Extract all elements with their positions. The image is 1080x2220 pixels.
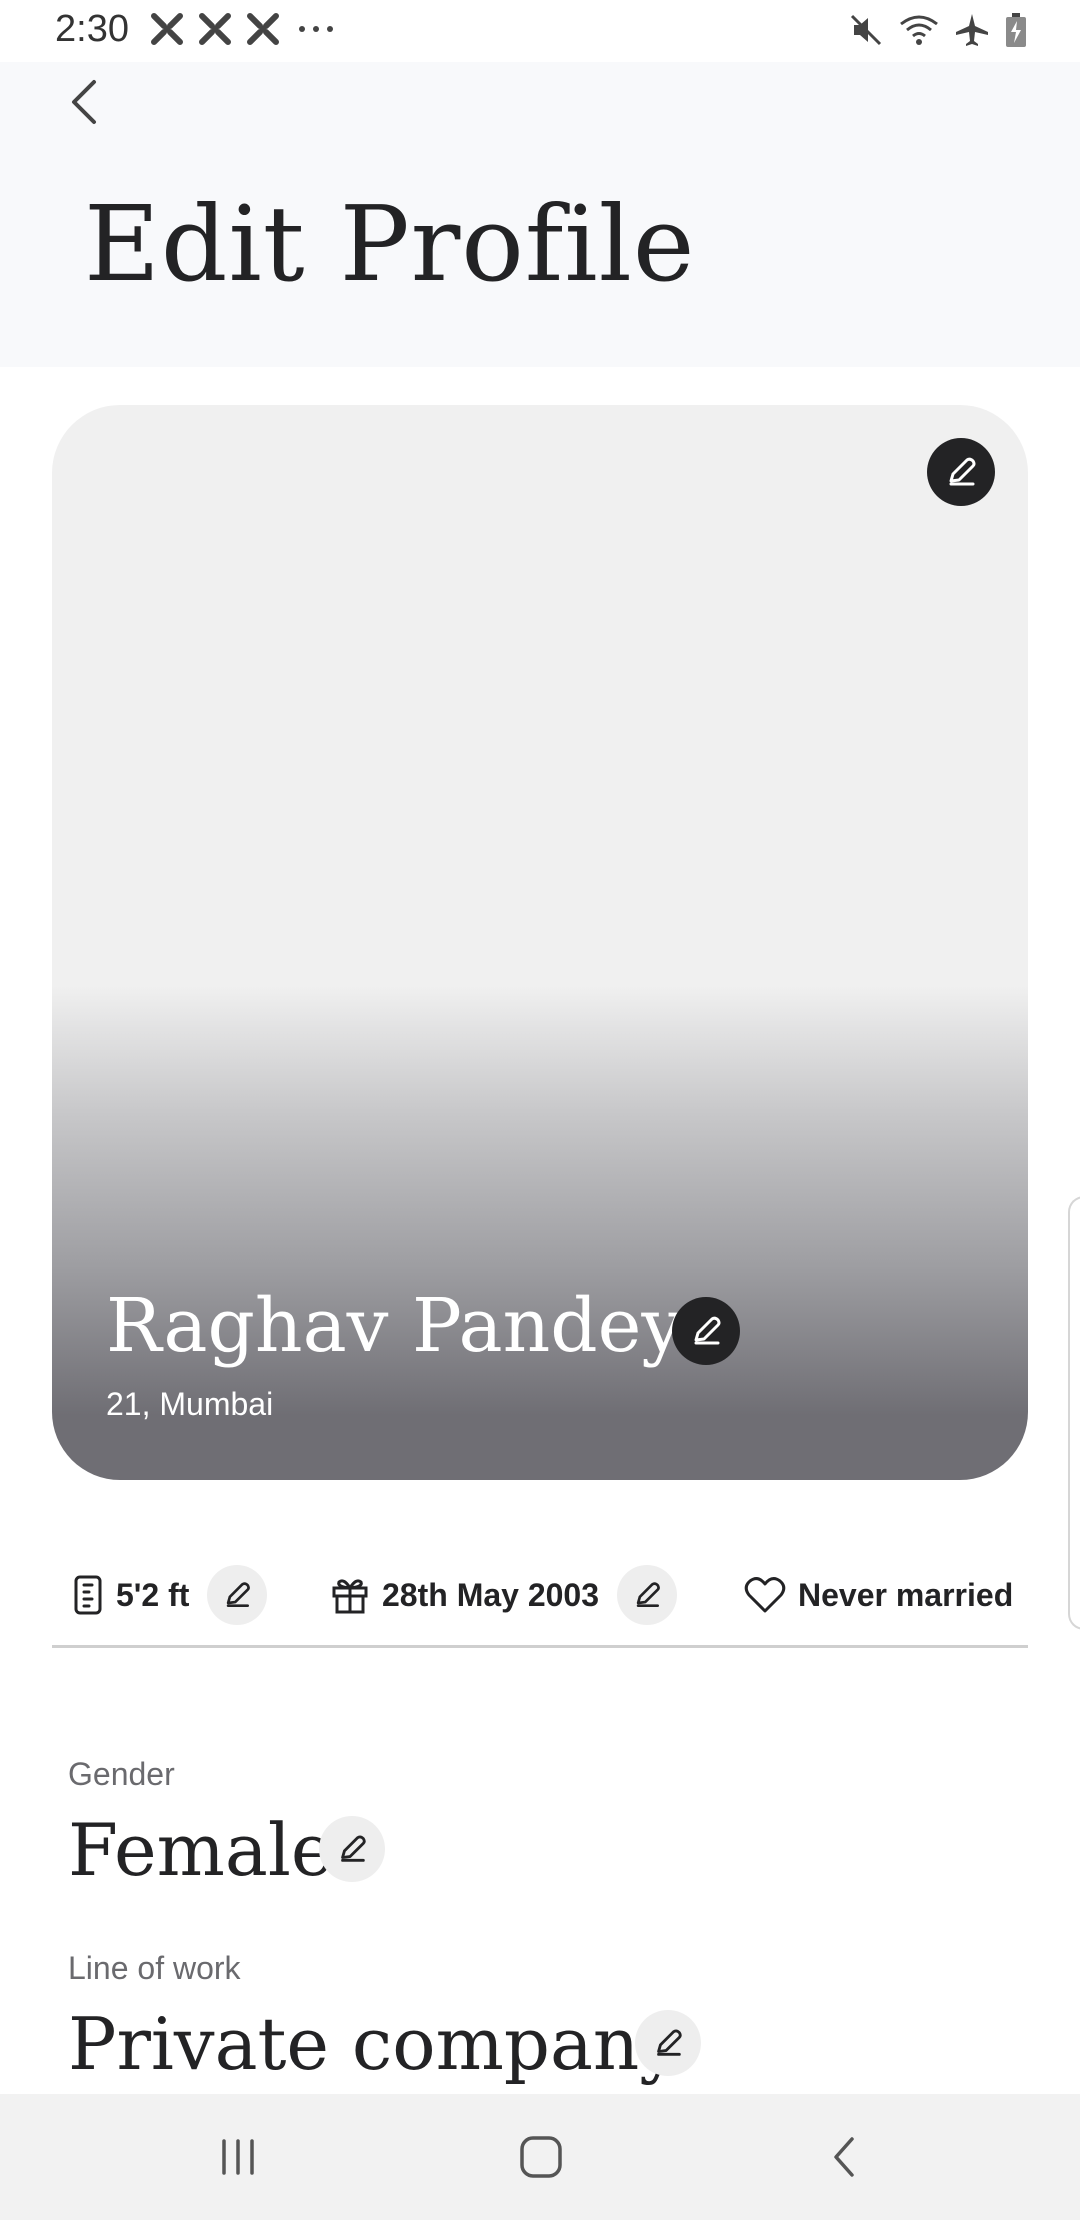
gender-value: Female	[68, 1808, 334, 1892]
recent-apps-button[interactable]	[178, 2094, 298, 2220]
line-of-work-label: Line of work	[68, 1950, 241, 1986]
height-chip: 5'2 ft	[72, 1560, 268, 1630]
marital-status-value: Never married	[798, 1576, 1014, 1613]
marital-status-chip: Never married	[744, 1560, 1028, 1630]
gender-label: Gender	[68, 1756, 175, 1792]
status-bar: 2:30	[0, 0, 1080, 62]
more-notifications-icon	[299, 26, 333, 32]
edit-birthday-button[interactable]	[617, 1565, 678, 1625]
status-time: 2:30	[55, 8, 129, 50]
birthday-chip: 28th May 2003	[330, 1560, 678, 1630]
recent-apps-icon	[222, 2139, 254, 2175]
system-navigation-bar	[0, 2094, 1080, 2220]
home-button[interactable]	[481, 2094, 601, 2220]
divider	[52, 1645, 1028, 1648]
height-ruler-icon	[74, 1575, 102, 1615]
gift-icon	[332, 1579, 368, 1614]
x-notification-icon	[199, 13, 231, 45]
edit-line-of-work-button[interactable]	[635, 2010, 701, 2076]
profile-age-location: 21, Mumbai	[106, 1386, 274, 1422]
edit-height-button[interactable]	[207, 1565, 268, 1625]
edit-gender-button[interactable]	[319, 1816, 385, 1882]
x-notification-icon	[151, 13, 183, 45]
nav-back-button[interactable]	[784, 2094, 904, 2220]
x-notification-icon	[247, 13, 279, 45]
pencil-icon	[657, 2029, 682, 2056]
back-arrow-icon	[72, 80, 96, 124]
birthday-value: 28th May 2003	[382, 1576, 600, 1613]
home-icon	[520, 2136, 562, 2178]
back-icon	[834, 2137, 854, 2177]
wifi-icon	[900, 15, 938, 45]
profile-name: Raghav Pandey	[106, 1283, 684, 1369]
mute-icon	[850, 14, 882, 46]
line-of-work-value: Private company	[68, 2002, 680, 2086]
pencil-icon	[341, 1835, 366, 1862]
notification-icons	[150, 12, 338, 46]
heart-icon	[744, 1577, 786, 1613]
pencil-icon	[694, 1316, 721, 1345]
battery-charging-icon	[1006, 13, 1026, 47]
system-status-icons	[848, 12, 1028, 48]
pencil-icon	[636, 1582, 660, 1607]
airplane-mode-icon	[956, 14, 988, 46]
pencil-icon	[949, 457, 976, 486]
side-panel-handle[interactable]	[1068, 1196, 1080, 1630]
page-title: Edit Profile	[84, 183, 696, 305]
back-button[interactable]	[62, 74, 106, 130]
profile-attributes-row[interactable]: 5'2 ft 28th May 2003 Never married	[52, 1560, 1028, 1630]
height-value: 5'2 ft	[116, 1576, 190, 1613]
edit-photo-button[interactable]	[927, 438, 995, 506]
pencil-icon	[227, 1582, 251, 1607]
edit-name-button[interactable]	[672, 1297, 740, 1365]
